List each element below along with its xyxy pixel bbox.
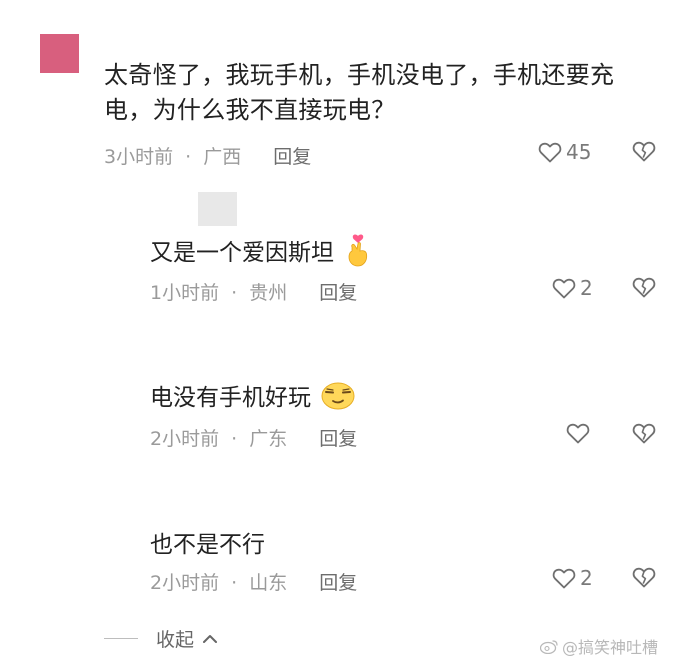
meta-separator: ·	[231, 282, 238, 304]
comment-meta: 1小时前 · 贵州 回复	[150, 278, 357, 305]
comment-time: 1小时前	[150, 282, 220, 304]
comment-location: 贵州	[249, 282, 288, 304]
reply-text: 又是一个爱因斯坦	[150, 233, 373, 274]
like-button[interactable]: 2	[552, 276, 593, 300]
collapse-label: 收起	[156, 629, 195, 651]
reply-text: 电没有手机好玩	[150, 378, 356, 417]
dislike-button[interactable]	[632, 140, 656, 162]
weibo-logo-icon	[540, 639, 558, 654]
reply-text-content: 电没有手机好玩	[150, 385, 311, 411]
comment-text: 太奇怪了，我玩手机，手机没电了，手机还要充电，为什么我不直接玩电？	[104, 61, 615, 124]
like-count: 45	[566, 140, 592, 164]
comment-meta: 2小时前 · 山东 回复	[150, 568, 357, 595]
comment-location: 广东	[249, 428, 288, 450]
broken-heart-icon	[632, 141, 656, 162]
broken-heart-icon	[632, 567, 656, 588]
heart-icon	[552, 568, 576, 589]
collapse-replies-button[interactable]: 收起	[104, 625, 218, 652]
meta-separator: ·	[231, 428, 238, 450]
comment-time: 3小时前	[104, 146, 174, 168]
comment-time: 2小时前	[150, 572, 220, 594]
avatar[interactable]	[40, 34, 79, 73]
like-count: 2	[580, 566, 593, 590]
watermark: @搞笑神吐槽	[540, 634, 658, 658]
broken-heart-icon	[632, 277, 656, 298]
like-button[interactable]: 45	[538, 140, 591, 164]
reply-button[interactable]: 回复	[319, 572, 357, 594]
finger-heart-emoji	[343, 234, 373, 274]
reply-text: 也不是不行	[150, 525, 265, 559]
meta-separator: ·	[231, 572, 238, 594]
heart-icon	[552, 278, 576, 299]
reply-button[interactable]: 回复	[319, 428, 357, 450]
broken-heart-icon	[632, 423, 656, 444]
watermark-text: @搞笑神吐槽	[562, 638, 659, 657]
comment-meta: 2小时前 · 广东 回复	[150, 424, 357, 451]
comment-location: 广西	[203, 146, 242, 168]
comment-location: 山东	[249, 572, 288, 594]
heart-icon	[566, 423, 590, 444]
collapse-divider	[104, 638, 138, 639]
reply-text-content: 又是一个爱因斯坦	[150, 240, 334, 266]
dislike-button[interactable]	[632, 422, 656, 444]
like-count: 2	[580, 276, 593, 300]
dislike-button[interactable]	[632, 276, 656, 298]
avatar[interactable]	[198, 192, 237, 226]
dislike-button[interactable]	[632, 566, 656, 588]
like-button[interactable]	[566, 422, 594, 444]
smirk-face-emoji	[320, 381, 356, 417]
heart-icon	[538, 142, 562, 163]
chevron-up-icon	[203, 634, 218, 643]
comment-time: 2小时前	[150, 428, 220, 450]
reply-button[interactable]: 回复	[273, 146, 311, 168]
reply-text-content: 也不是不行	[150, 532, 265, 558]
like-button[interactable]: 2	[552, 566, 593, 590]
meta-separator: ·	[185, 146, 192, 168]
comment-meta: 3小时前 · 广西 回复	[104, 142, 311, 169]
reply-button[interactable]: 回复	[319, 282, 357, 304]
